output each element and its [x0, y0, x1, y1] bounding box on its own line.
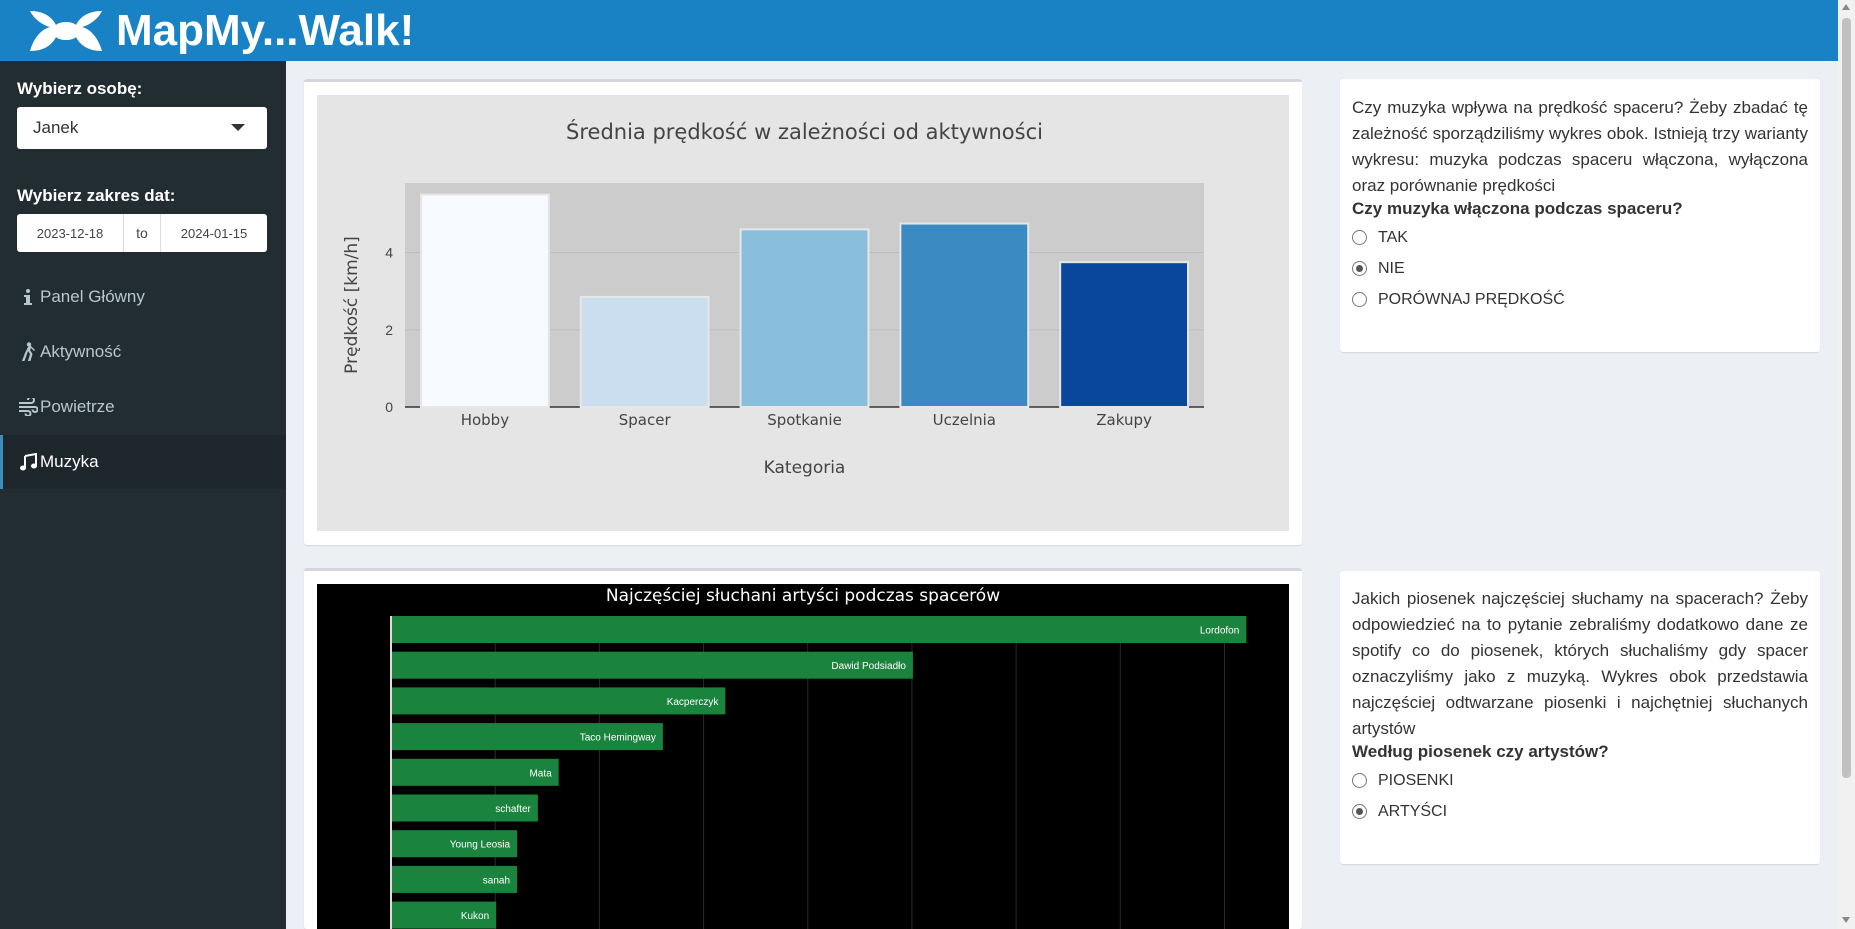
speed-chart[interactable]: 0 2 4 Hobby Spacer Spotkanie Uczelnia Zakupy Śre…	[317, 95, 1289, 531]
sidebar-item-panel-glowny[interactable]: Panel Główny	[0, 270, 286, 324]
sidebar-item-label: Muzyka	[40, 452, 99, 471]
person-label: Wybierz osobę:	[17, 79, 143, 98]
page-scrollbar[interactable]	[1838, 0, 1855, 929]
bar-uczelnia	[899, 222, 1030, 408]
person-select[interactable]: Janek	[17, 107, 267, 149]
artists-chart-svg: Lordofon Dawid Podsiadło Kacperczyk Taco He…	[390, 586, 1247, 929]
radio-label: ARTYŚCI	[1378, 802, 1448, 820]
music-speed-panel: Czy muzyka wpływa na prędkość spaceru? Ż…	[1340, 79, 1820, 352]
bar-artist	[392, 616, 1247, 643]
brand-logo-icon	[30, 10, 102, 51]
date-to-input[interactable]: 2024-01-15	[161, 214, 267, 252]
x-tick-label: Zakupy	[1096, 411, 1152, 429]
bar-spacer	[579, 295, 710, 408]
sidebar: Wybierz osobę: Janek Wybierz zakres dat:…	[0, 61, 286, 929]
x-tick-label: Uczelnia	[933, 411, 996, 429]
person-select-value: Janek	[33, 118, 79, 137]
bar-label: Mata	[529, 768, 552, 779]
y-axis-title: Prędkość [km/h]	[342, 236, 362, 374]
radio-button[interactable]	[1352, 230, 1367, 245]
bar-spotkanie	[739, 228, 870, 408]
radio-label: TAK	[1378, 228, 1408, 246]
radio-label: NIE	[1378, 259, 1405, 277]
sidebar-item-label: Aktywność	[40, 342, 122, 361]
radio-label: PIOSENKI	[1378, 771, 1454, 789]
songs-artists-description: Jakich piosenek najczęściej słuchamy na …	[1352, 589, 1808, 738]
radio-button[interactable]	[1352, 292, 1367, 307]
scrollbar-thumb[interactable]	[1842, 18, 1851, 778]
radio-option-porownaj[interactable]: PORÓWNAJ PRĘDKOŚĆ	[1352, 284, 1808, 315]
bar-label: sanah	[483, 875, 510, 886]
radio-label: PORÓWNAJ PRĘDKOŚĆ	[1378, 290, 1565, 308]
x-axis-title: Kategoria	[764, 458, 846, 478]
radio-option-tak[interactable]: TAK	[1352, 222, 1808, 253]
chart-title: Średnia prędkość w zależności od aktywno…	[566, 119, 1043, 144]
radio-button[interactable]	[1352, 261, 1367, 276]
sidebar-item-label: Powietrze	[40, 397, 115, 416]
bar-label: Dawid Podsiadło	[831, 661, 906, 672]
radio-option-nie[interactable]: NIE	[1352, 253, 1808, 284]
radio-button[interactable]	[1352, 773, 1367, 788]
music-speed-description: Czy muzyka wpływa na prędkość spaceru? Ż…	[1352, 98, 1808, 195]
y-tick-label: 4	[385, 245, 393, 261]
date-range-label: Wybierz zakres dat:	[17, 186, 176, 205]
date-range-input: 2023-12-18 to 2024-01-15	[17, 214, 267, 252]
sidebar-item-muzyka[interactable]: Muzyka	[0, 435, 286, 489]
x-tick-label: Spotkanie	[767, 411, 842, 429]
songs-or-artists-question: Według piosenek czy artystów?	[1352, 742, 1609, 761]
speed-chart-svg: 0 2 4 Hobby Spacer Spotkanie Uczelnia Zakupy Śre…	[342, 119, 1204, 478]
app-title: MapMy...Walk!	[116, 5, 415, 55]
info-icon	[18, 287, 38, 307]
walking-icon	[18, 342, 38, 362]
y-tick-label: 2	[385, 322, 393, 338]
sidebar-item-powietrze[interactable]: Powietrze	[0, 380, 286, 434]
app-header: MapMy...Walk!	[0, 0, 1838, 61]
radio-option-artysci[interactable]: ARTYŚCI	[1352, 796, 1808, 827]
bar-label: Kukon	[461, 911, 489, 922]
caret-down-icon	[231, 124, 245, 131]
sidebar-item-label: Panel Główny	[40, 287, 145, 306]
date-separator: to	[123, 214, 161, 252]
wind-icon	[18, 397, 38, 417]
x-tick-label: Spacer	[619, 411, 672, 429]
scroll-up-icon[interactable]	[1842, 4, 1850, 10]
bar-zakupy	[1059, 261, 1190, 408]
bar-label: Kacperczyk	[667, 697, 720, 708]
y-tick-label: 0	[385, 399, 393, 415]
bar-hobby	[419, 193, 550, 408]
radio-button[interactable]	[1352, 804, 1367, 819]
chart-title: Najczęściej słuchani artyści podczas spa…	[606, 586, 1000, 606]
bar-label: Lordofon	[1200, 626, 1239, 637]
radio-option-piosenki[interactable]: PIOSENKI	[1352, 765, 1808, 796]
bar-label: Taco Hemingway	[580, 733, 656, 744]
music-on-question: Czy muzyka włączona podczas spaceru?	[1352, 199, 1683, 218]
sidebar-item-aktywnosc[interactable]: Aktywność	[0, 325, 286, 379]
artists-chart[interactable]: Lordofon Dawid Podsiadło Kacperczyk Taco He…	[317, 584, 1289, 929]
x-tick-label: Hobby	[461, 411, 509, 429]
music-icon	[18, 452, 38, 472]
bar-label: schafter	[495, 804, 531, 815]
bar-label: Young Leosia	[450, 840, 511, 851]
songs-artists-panel: Jakich piosenek najczęściej słuchamy na …	[1340, 571, 1820, 864]
scroll-down-icon[interactable]	[1842, 917, 1850, 923]
date-from-input[interactable]: 2023-12-18	[17, 214, 123, 252]
